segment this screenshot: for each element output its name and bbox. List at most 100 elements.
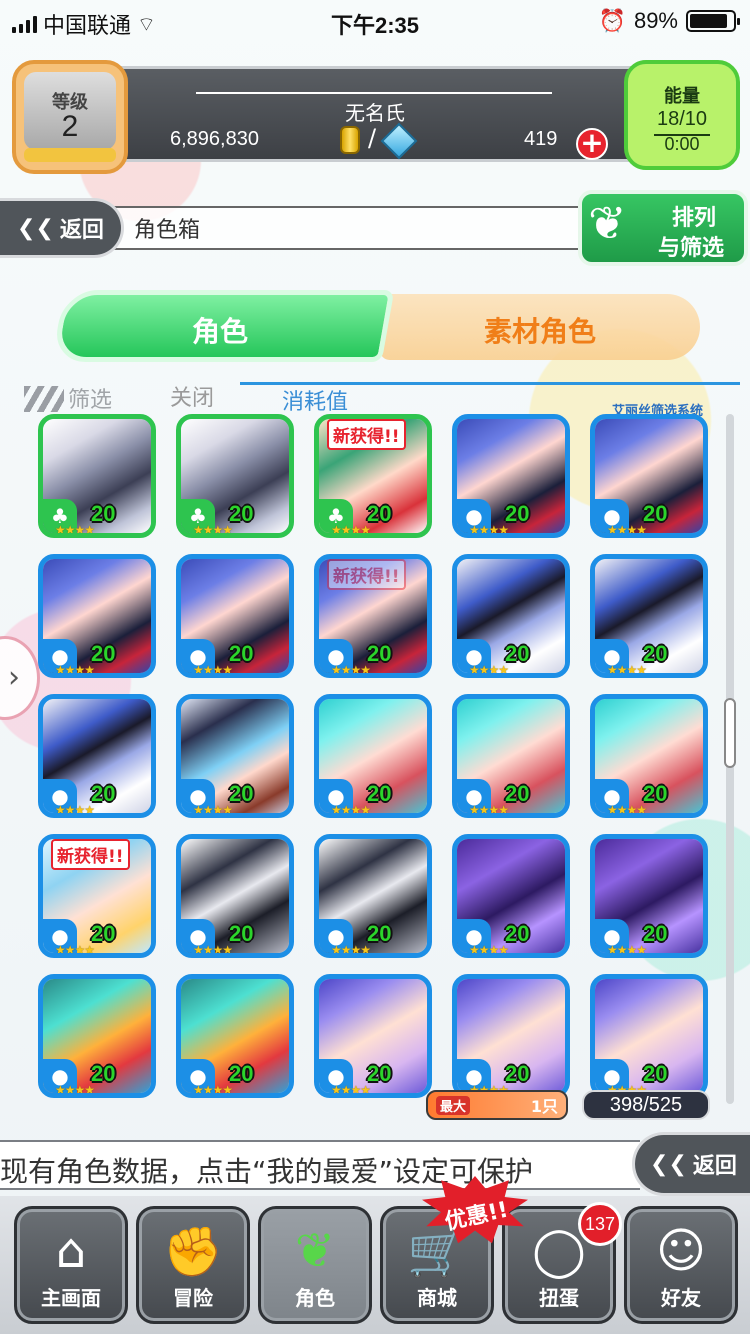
card-level: 20 [643,921,668,946]
card-stars: ★★★★ [55,943,95,957]
alarm-icon: ⏰ [598,8,626,33]
card-stars: ★★★★ [469,523,509,537]
card-stars: ★★★★ [193,803,233,817]
nav-label: 扭蛋 [539,1286,579,1310]
nav-friends[interactable]: ☺ 好友 [624,1206,738,1324]
nav-label: 商城 [417,1286,457,1310]
gacha-notification-badge: 137 [578,1202,622,1246]
character-card[interactable]: ●20★★★★ [590,414,708,538]
tab-characters-label: 角色 [191,315,248,348]
nav-handshake[interactable]: ✊ 冒险 [136,1206,250,1324]
character-card[interactable]: ●20★★★★ [176,834,294,958]
nav-home[interactable]: ⌂ 主画面 [14,1206,128,1324]
character-card[interactable]: ●20★★★★ [590,974,708,1098]
double-chevron-left-icon: ❮❮ [650,1151,687,1177]
page-title: 角色箱 [134,218,201,243]
character-card[interactable]: ●20★★★★ [176,694,294,818]
card-level: 20 [91,501,116,526]
character-card[interactable]: ●20★★★★ [314,974,432,1098]
card-stars: ★★★★ [55,663,95,677]
character-card[interactable]: ● 20 ★★★★ 新获得!! [314,554,432,678]
level-value: 2 [61,110,79,143]
character-card[interactable]: ●20★★★★ [590,554,708,678]
card-level: 20 [367,921,392,946]
card-stars: ★★★★ [193,1083,233,1097]
character-card[interactable]: ●20★★★★ [314,694,432,818]
card-stars: ★★★★ [193,663,233,677]
buy-gems-button[interactable]: + [576,128,608,160]
max-badge: 最大 1只 [426,1090,568,1120]
filter-toggle[interactable]: 关闭 [170,380,214,412]
card-stars: ★★★★ [331,663,371,677]
card-stars: ★★★★ [55,803,95,817]
character-card[interactable]: ●20★★★★ [452,834,570,958]
card-stars: ★★★★ [55,1083,95,1097]
card-level: 20 [505,641,530,666]
card-level: 20 [91,1061,116,1086]
card-level: 20 [91,921,116,946]
card-level: 20 [643,641,668,666]
character-card[interactable]: ●20★★★★ [176,974,294,1098]
card-stars: ★★★★ [331,943,371,957]
card-level: 20 [367,1061,392,1086]
card-stars: ★★★★ [193,523,233,537]
cart-icon: 🛒 [407,1224,467,1280]
box-count: 398/525 [582,1090,710,1120]
card-stars: ★★★★ [469,943,509,957]
bunny-icon: ❦ [588,196,627,250]
info-ticker: 现有角色数据，点击“我的最爱”设定可保护 [0,1140,640,1190]
scrollbar-thumb[interactable] [724,698,736,768]
character-card[interactable]: ●20★★★★ [38,554,156,678]
card-stars: ★★★★ [331,1083,371,1097]
character-card[interactable]: ♣ 20 ★★★★ 新获得!! [314,414,432,538]
double-chevron-left-icon: ❮❮ [17,215,54,241]
card-level: 20 [367,781,392,806]
back-label: 返回 [59,218,104,243]
nav-bunny[interactable]: ❦ 角色 [258,1206,372,1324]
max-label: 最大 [436,1095,471,1115]
card-stars: ★★★★ [331,803,371,817]
character-card[interactable]: ●20★★★★ [590,694,708,818]
nav-label: 角色 [295,1286,335,1310]
card-level: 20 [643,501,668,526]
sort-label-line1: 排列 [672,206,717,231]
character-card[interactable]: ●20★★★★ [452,694,570,818]
back-label-bottom: 返回 [692,1154,737,1179]
max-value: 1只 [530,1097,558,1116]
card-stars: ★★★★ [469,663,509,677]
battery-percent: 89% [633,8,678,33]
back-button-bottom[interactable]: ❮❮ 返回 [632,1132,750,1196]
side-menu-button[interactable] [0,636,40,720]
character-card[interactable]: ● 20 ★★★★ 新获得!! [38,834,156,958]
back-button[interactable]: ❮❮ 返回 [0,198,124,258]
new-badge: 新获得!! [327,419,406,450]
new-badge: 新获得!! [51,839,130,870]
character-card[interactable]: ♣ 20 ★★★★ [38,414,156,538]
card-level: 20 [505,501,530,526]
character-card[interactable]: ●20★★★★ [590,834,708,958]
exp-bar [24,148,116,162]
battery-icon [686,10,740,32]
sort-by-label[interactable]: 消耗值 [282,384,348,416]
character-card[interactable]: ●20★★★★ [452,414,570,538]
card-level: 20 [229,921,254,946]
character-card[interactable]: ♣ 20 ★★★★ [176,414,294,538]
card-level: 20 [643,781,668,806]
coin-icon [340,126,360,154]
card-stars: ★★★★ [607,523,647,537]
character-card[interactable]: ●20★★★★ [452,974,570,1098]
new-badge: 新获得!! [327,559,406,590]
character-card[interactable]: ●20★★★★ [176,554,294,678]
handshake-icon: ✊ [163,1224,223,1280]
card-level: 20 [643,1061,668,1086]
card-level: 20 [505,921,530,946]
nav-label: 主画面 [41,1286,101,1310]
character-card[interactable]: ●20★★★★ [314,834,432,958]
stripe-decoration [24,386,64,412]
filter-label: 筛选 [68,388,113,413]
character-card[interactable]: ●20★★★★ [38,694,156,818]
character-card[interactable]: ●20★★★★ [38,974,156,1098]
character-card[interactable]: ●20★★★★ [452,554,570,678]
header-divider [196,92,552,94]
energy-label: 能量 [664,86,700,107]
